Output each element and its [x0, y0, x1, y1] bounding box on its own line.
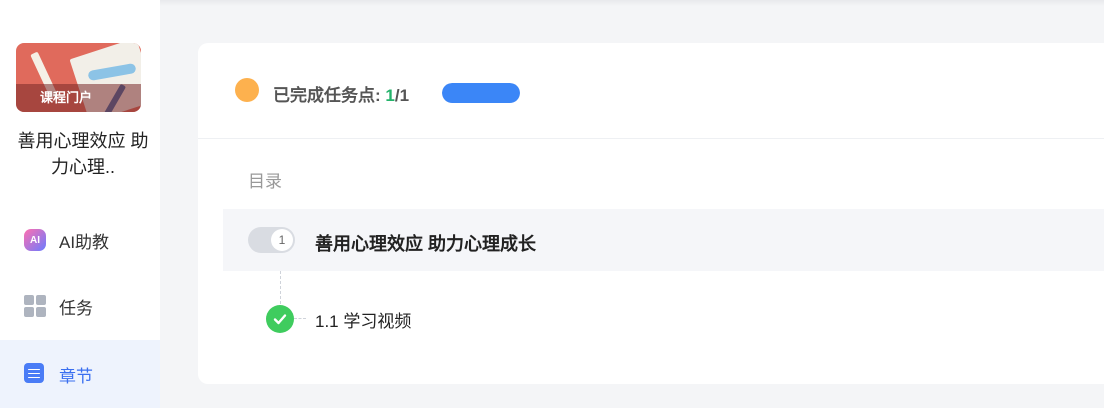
nav-item-tasks[interactable]: 任务 — [0, 272, 160, 340]
top-shadow — [0, 0, 1104, 6]
nav-item-label: AI助教 — [59, 232, 110, 252]
status-dot-icon — [235, 78, 259, 102]
course-portal-label[interactable]: 课程门户 — [16, 84, 141, 112]
nav-item-label: 章节 — [59, 366, 93, 386]
grid-icon — [24, 295, 46, 317]
tree-connector — [294, 318, 306, 319]
section-link-study-video[interactable]: 1.1 学习视频 — [315, 307, 411, 332]
chapter-card: 已完成任务点: 1/1 目录 1 善用心理效应 助力心理成长 1.1 学习视频 — [198, 43, 1104, 384]
nav-item-chapters[interactable]: 章节 — [0, 340, 160, 408]
nav-item-ai-assistant[interactable]: AI AI助教 — [0, 206, 160, 274]
sidebar: 课程门户 善用心理效应 助力心理.. AI AI助教 任务 章节 — [0, 0, 160, 408]
progress-label: 已完成任务点: 1/1 — [273, 86, 410, 105]
list-icon — [24, 363, 46, 385]
completed-count: 1 — [385, 86, 395, 105]
course-title: 善用心理效应 助力心理.. — [17, 131, 149, 177]
chapter-number: 1 — [271, 229, 293, 251]
completed-check-icon — [266, 305, 294, 333]
chapter-title[interactable]: 善用心理效应 助力心理成长 — [315, 230, 536, 256]
toc-heading: 目录 — [248, 172, 282, 191]
progress-bar — [442, 83, 520, 103]
nav-item-label: 任务 — [59, 298, 93, 318]
progress-header: 已完成任务点: 1/1 — [198, 43, 1104, 139]
ai-assistant-icon: AI — [24, 229, 46, 251]
total-count: /1 — [394, 86, 410, 105]
course-cover-image[interactable]: 课程门户 — [16, 43, 141, 112]
chapter-row[interactable]: 1 善用心理效应 助力心理成长 — [223, 209, 1104, 271]
chapter-collapse-toggle[interactable]: 1 — [248, 227, 295, 253]
progress-bar-fill — [442, 83, 520, 103]
